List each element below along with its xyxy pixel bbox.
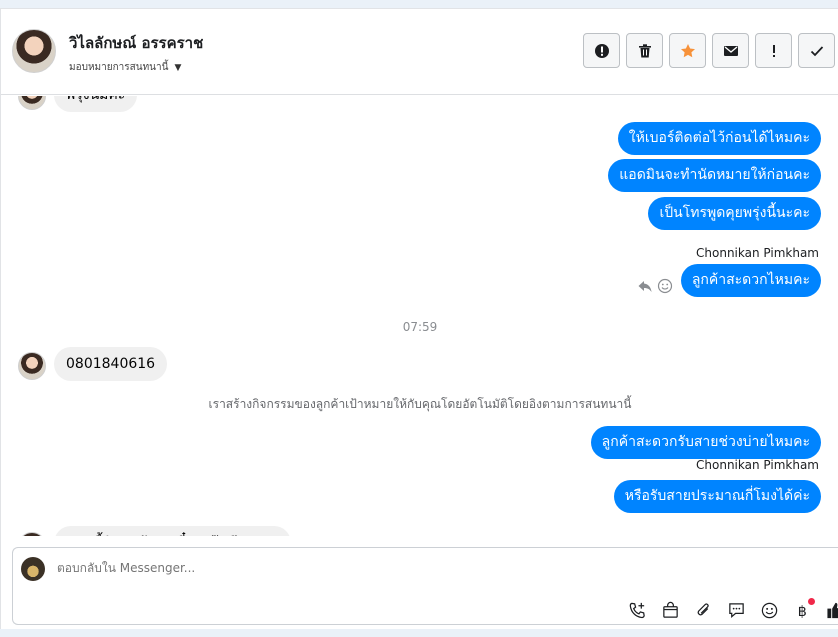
composer-tools: ฿ <box>627 598 838 621</box>
delete-button[interactable] <box>626 33 663 68</box>
mark-spam-button[interactable] <box>583 33 620 68</box>
outgoing-message[interactable]: ลูกค้าสะดวกไหมคะ <box>680 264 821 297</box>
assign-dropdown[interactable]: มอบหมายการสนทนานี้ ▼ <box>69 60 181 75</box>
conversation-panel: วิไลลักษณ์ อรรคราช มอบหมายการสนทนานี้ ▼ <box>0 8 838 629</box>
exclamation-icon <box>772 44 775 57</box>
page-avatar <box>21 557 45 581</box>
payment-button[interactable]: ฿ <box>792 598 815 621</box>
outgoing-message[interactable]: แอดมินจะทำนัดหมายให้ก่อนคะ <box>608 159 821 192</box>
like-icon <box>827 602 838 619</box>
svg-text:฿: ฿ <box>798 604 807 620</box>
system-notice: เราสร้างกิจกรรมของลูกค้าเป้าหมายให้กับคุ… <box>208 397 632 411</box>
sender-name: Chonnikan Pimkham <box>696 458 819 472</box>
like-button[interactable] <box>825 600 838 621</box>
mail-icon <box>723 45 738 56</box>
star-icon <box>680 43 695 57</box>
call-button[interactable] <box>627 600 648 621</box>
caret-down-icon: ▼ <box>174 62 182 73</box>
contact-avatar-small <box>18 532 46 536</box>
header-actions <box>583 33 835 68</box>
message-tools <box>637 278 673 294</box>
incoming-message[interactable]: พรุ่งนี้มีค่ะ <box>54 96 138 112</box>
emoji-button[interactable] <box>759 600 780 621</box>
outgoing-message[interactable]: หรือรับสายประมาณกี่โมงได้ค่ะ <box>613 480 821 513</box>
mark-unread-button[interactable] <box>712 33 749 68</box>
assign-label: มอบหมายการสนทนานี้ <box>69 62 169 73</box>
reply-input[interactable] <box>57 561 757 575</box>
notification-dot <box>808 598 815 605</box>
attach-button[interactable] <box>693 600 714 621</box>
trash-icon <box>638 43 651 57</box>
outgoing-message[interactable]: ลูกค้าสะดวกรับสายช่วงบ่ายไหมคะ <box>590 426 821 459</box>
conversation-header: วิไลลักษณ์ อรรคราช มอบหมายการสนทนานี้ ▼ <box>1 9 838 95</box>
contact-avatar[interactable] <box>12 29 56 73</box>
attach-icon <box>697 603 709 616</box>
saved-reply-icon <box>729 603 744 619</box>
star-button[interactable] <box>669 33 706 68</box>
mark-done-button[interactable] <box>798 33 835 68</box>
reply-icon[interactable] <box>637 278 653 294</box>
outgoing-message[interactable]: ให้เบอร์ติดต่อไว้ก่อนได้ไหมคะ <box>617 122 821 155</box>
contact-avatar-small <box>18 352 46 380</box>
check-icon <box>810 45 823 56</box>
spam-icon <box>594 43 609 58</box>
message-thread[interactable]: พรุ่งนี้มีค่ะ ให้เบอร์ติดต่อไว้ก่อนได้ไห… <box>1 96 838 536</box>
outgoing-message[interactable]: เป็นโทรพูดคุยพรุ่งนี้นะคะ <box>648 197 821 230</box>
contact-name[interactable]: วิไลลักษณ์ อรรคราช <box>69 31 203 55</box>
react-emoji-icon[interactable] <box>657 278 673 294</box>
shop-icon <box>663 601 678 618</box>
timestamp: 07:59 <box>402 320 438 334</box>
sender-name: Chonnikan Pimkham <box>696 246 819 260</box>
contact-avatar-small <box>18 96 46 110</box>
saved-replies-button[interactable] <box>726 600 747 621</box>
reply-composer: ฿ <box>12 547 838 625</box>
shop-button[interactable] <box>660 600 681 621</box>
call-add-icon <box>629 602 645 619</box>
incoming-message[interactable]: ตอนนี้ติดลูกค้าอยู่เดี๋ยวแป๊บนึงนะคะ <box>54 526 291 536</box>
incoming-message[interactable]: 0801840616 <box>54 347 168 381</box>
emoji-icon <box>761 602 778 619</box>
follow-up-button[interactable] <box>755 33 792 68</box>
